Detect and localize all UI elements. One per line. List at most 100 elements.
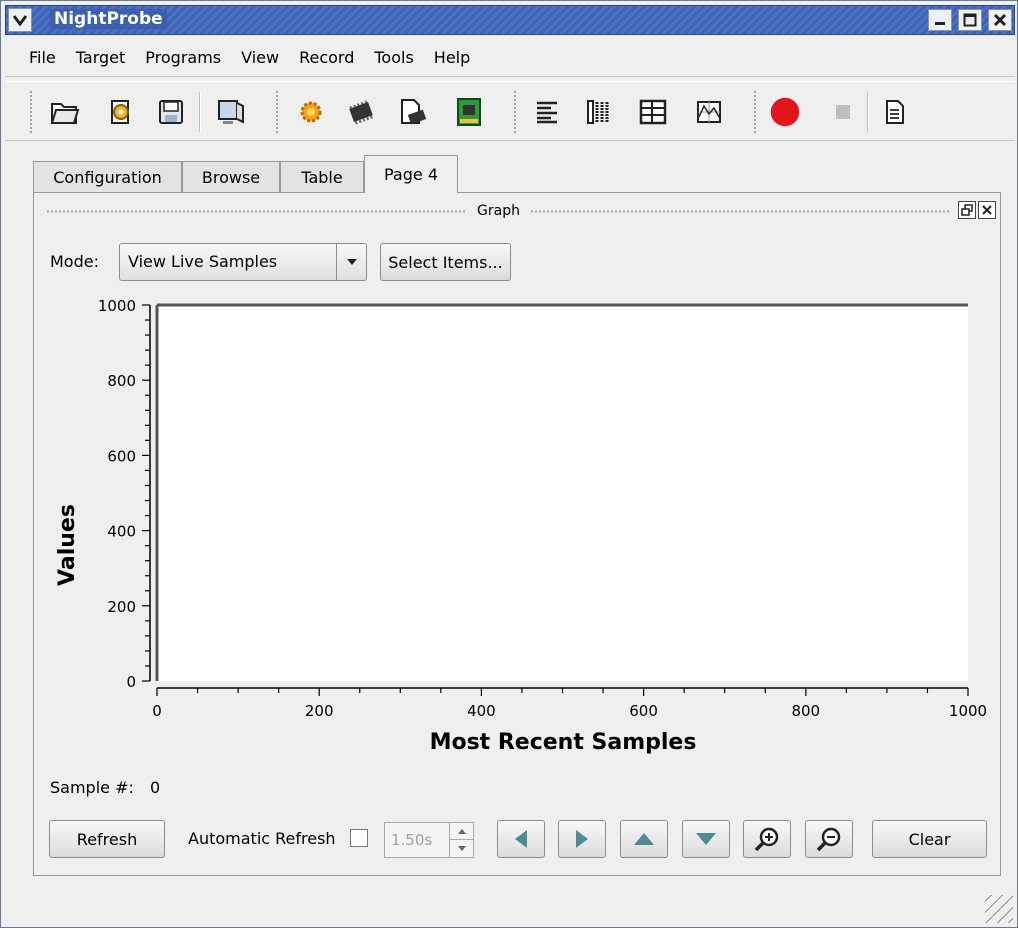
- graph-dock-header[interactable]: Graph: [46, 201, 952, 221]
- x-tick-label: 400: [467, 702, 496, 720]
- toolbar-separator: [199, 92, 201, 132]
- menu-tools[interactable]: Tools: [374, 48, 413, 67]
- tab-page-4[interactable]: Page 4: [364, 155, 458, 193]
- record-dot: [770, 97, 800, 127]
- y-axis-label: Values: [55, 504, 80, 586]
- tab-configuration-label: Configuration: [53, 168, 162, 187]
- graph-panel: Graph Mode: View Live Samples Select Ite…: [33, 192, 1001, 876]
- toolbar-grip: [275, 90, 279, 134]
- spinner-buttons: [449, 823, 473, 857]
- zoom-out-icon: [816, 827, 841, 852]
- record-icon[interactable]: [769, 96, 801, 128]
- arrow-right-icon: [576, 830, 588, 848]
- x-tick-label: 1000: [949, 702, 987, 720]
- zoom-in-icon: [754, 827, 779, 852]
- open-folder-icon[interactable]: [49, 96, 81, 128]
- auto-refresh-label: Automatic Refresh: [188, 829, 336, 848]
- monitor-icon[interactable]: [215, 96, 247, 128]
- arrow-up-icon: [634, 833, 654, 845]
- target-config-icon[interactable]: [105, 96, 137, 128]
- nightprobe-window: NightProbe File Target Programs View Rec…: [0, 0, 1018, 928]
- columns-view-icon[interactable]: [583, 96, 615, 128]
- tab-browse-label: Browse: [201, 168, 261, 187]
- clear-button-label: Clear: [908, 829, 951, 849]
- x-tick-label: 600: [629, 702, 658, 720]
- arrow-left-icon: [515, 830, 527, 848]
- menu-help[interactable]: Help: [434, 48, 470, 67]
- close-icon[interactable]: [988, 9, 1012, 31]
- x-tick-label: 0: [152, 702, 162, 720]
- refresh-interval-spinner[interactable]: 1.50s: [384, 822, 474, 858]
- toolbar: [5, 81, 1015, 141]
- save-icon[interactable]: [155, 96, 187, 128]
- zoom-in-button[interactable]: [743, 820, 791, 858]
- tab-configuration[interactable]: Configuration: [33, 161, 182, 193]
- tab-browse[interactable]: Browse: [182, 161, 280, 193]
- program-gear-icon[interactable]: [295, 96, 327, 128]
- y-tick-label: 400: [107, 523, 136, 541]
- y-tick-label: 800: [107, 372, 136, 390]
- window-title: NightProbe: [50, 9, 167, 29]
- x-tick-label: 200: [305, 702, 334, 720]
- toolbar-grip[interactable]: [29, 90, 33, 134]
- plot-area: [157, 305, 968, 681]
- select-items-button[interactable]: Select Items...: [380, 243, 511, 281]
- x-axis-label: Most Recent Samples: [430, 730, 697, 755]
- toolbar-grip: [513, 90, 517, 134]
- graph-view-icon[interactable]: [693, 96, 725, 128]
- menu-bar: File Target Programs View Record Tools H…: [5, 39, 1015, 77]
- window-menu-icon[interactable]: [8, 8, 32, 32]
- auto-refresh-checkbox[interactable]: [350, 829, 368, 847]
- stop-icon[interactable]: [827, 96, 859, 128]
- spin-down-icon[interactable]: [450, 840, 473, 857]
- resize-grip[interactable]: [985, 895, 1013, 923]
- sample-number-value: 0: [150, 778, 161, 797]
- tab-table[interactable]: Table: [280, 161, 364, 193]
- mode-select-value: View Live Samples: [128, 252, 278, 271]
- chip-icon[interactable]: [345, 96, 377, 128]
- chip-document-icon[interactable]: [397, 96, 429, 128]
- close-panel-icon[interactable]: [978, 201, 996, 219]
- dock-grip: [46, 208, 468, 214]
- undock-icon[interactable]: [958, 201, 976, 219]
- menu-programs[interactable]: Programs: [145, 48, 221, 67]
- graph-chart: Values Most Recent Samples 0 200 400 600 800…: [55, 297, 987, 755]
- y-tick-label: 600: [107, 447, 136, 465]
- refresh-button-label: Refresh: [76, 829, 138, 849]
- report-icon[interactable]: [879, 96, 911, 128]
- dock-grip: [529, 208, 952, 214]
- sample-number-label: Sample #:: [50, 778, 134, 797]
- zoom-out-button[interactable]: [805, 820, 853, 858]
- y-tick-label: 0: [126, 673, 136, 691]
- arrow-down-icon: [696, 833, 716, 845]
- clear-button[interactable]: Clear: [872, 820, 987, 858]
- y-tick-label: 200: [107, 598, 136, 616]
- scroll-right-button[interactable]: [558, 820, 606, 858]
- refresh-interval-value: 1.50s: [391, 831, 433, 849]
- table-view-icon[interactable]: [637, 96, 669, 128]
- minimize-icon[interactable]: [928, 9, 952, 31]
- y-tick-label: 1000: [98, 297, 136, 315]
- circuit-board-icon[interactable]: [453, 96, 485, 128]
- x-tick-label: 800: [791, 702, 820, 720]
- title-bar[interactable]: NightProbe: [5, 5, 1015, 35]
- graph-title: Graph: [477, 203, 520, 219]
- mode-select[interactable]: View Live Samples: [119, 243, 367, 281]
- refresh-button[interactable]: Refresh: [49, 820, 165, 858]
- scroll-up-button[interactable]: [620, 820, 668, 858]
- maximize-icon[interactable]: [958, 9, 982, 31]
- scroll-left-button[interactable]: [497, 820, 545, 858]
- text-view-icon[interactable]: [531, 96, 563, 128]
- menu-file[interactable]: File: [29, 48, 56, 67]
- chevron-down-icon[interactable]: [336, 244, 366, 280]
- spin-up-icon[interactable]: [450, 823, 473, 840]
- menu-record[interactable]: Record: [299, 48, 354, 67]
- tab-table-label: Table: [301, 168, 343, 187]
- toolbar-grip: [753, 90, 757, 134]
- menu-target[interactable]: Target: [76, 48, 126, 67]
- scroll-down-button[interactable]: [682, 820, 730, 858]
- mode-label: Mode:: [50, 252, 99, 271]
- status-bar: [5, 891, 1015, 925]
- menu-view[interactable]: View: [241, 48, 279, 67]
- tab-page-4-label: Page 4: [384, 165, 438, 184]
